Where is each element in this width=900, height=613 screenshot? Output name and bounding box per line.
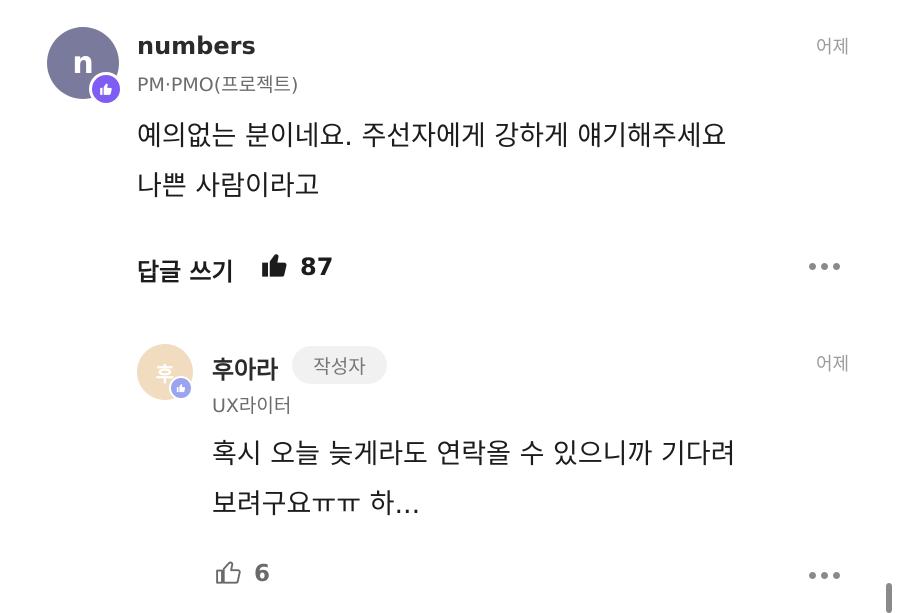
thumbs-up-badge-icon (169, 376, 193, 400)
reply-author[interactable]: 후아라 (212, 350, 278, 385)
reply-like-button[interactable]: 6 (214, 558, 270, 590)
thumbs-up-outline-icon (214, 558, 244, 590)
comment-author[interactable]: numbers (137, 32, 256, 60)
scrollbar[interactable] (886, 583, 892, 613)
reply-like-count: 6 (254, 561, 271, 587)
write-reply-button[interactable]: 답글 쓰기 (137, 252, 234, 287)
reply-author-role: UX라이터 (212, 395, 292, 417)
author-badge: 작성자 (292, 346, 387, 384)
comment-body-line: 나쁜 사람이라고 (137, 171, 320, 202)
reply-body-line: 보려구요ㅠㅠ 하... (212, 489, 421, 520)
reply-body-line: 혹시 오늘 늦게라도 연락올 수 있으니까 기다려 (212, 439, 736, 470)
more-options-icon[interactable] (809, 263, 840, 270)
like-count: 87 (300, 253, 334, 281)
reply-timestamp: 어제 (816, 354, 850, 375)
avatar-letter: n (72, 45, 94, 81)
like-button[interactable]: 87 (260, 251, 333, 283)
thumbs-up-filled-icon (260, 251, 290, 283)
comment-timestamp: 어제 (816, 37, 850, 58)
comment-author-role: PM·PMO(프로젝트) (137, 74, 299, 96)
comment-body-line: 예의없는 분이네요. 주선자에게 강하게 얘기해주세요 (137, 121, 727, 152)
reply-body: 혹시 오늘 늦게라도 연락올 수 있으니까 기다려 보려구요ㅠㅠ 하... (212, 430, 832, 530)
comment-body: 예의없는 분이네요. 주선자에게 강하게 얘기해주세요 나쁜 사람이라고 (137, 112, 837, 212)
thumbs-up-badge-icon (89, 72, 123, 106)
reply-more-options-icon[interactable] (809, 572, 840, 579)
